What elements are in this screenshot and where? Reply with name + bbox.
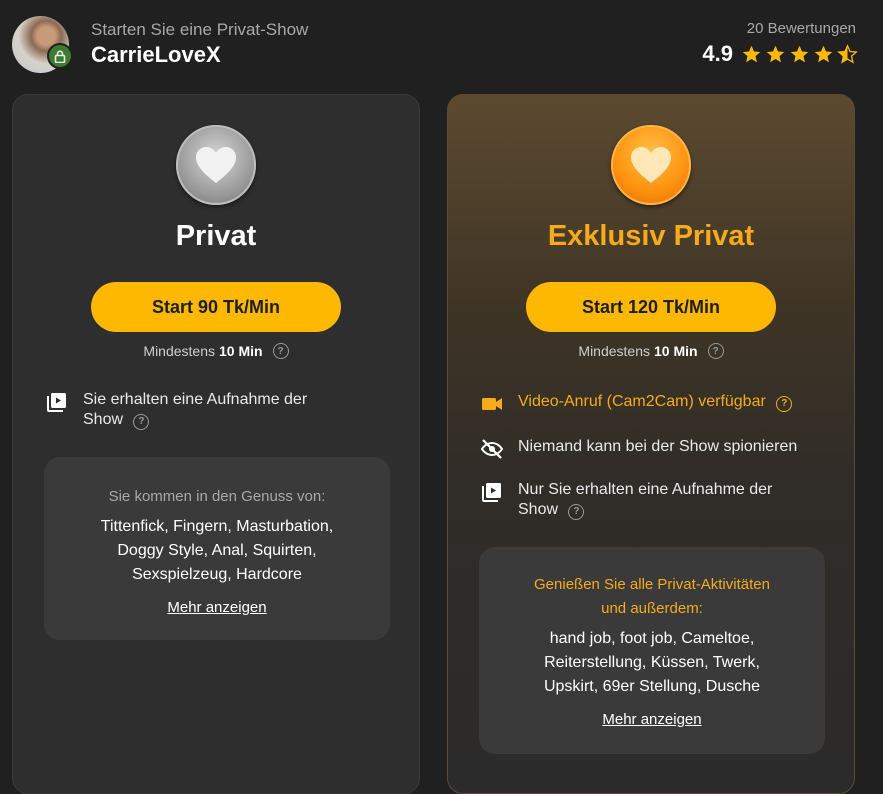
- minimum-duration: Mindestens 10 Min ?: [13, 343, 419, 359]
- star-icon: [790, 45, 809, 62]
- activities-line: hand job, foot job, Cameltoe,: [549, 630, 755, 647]
- video-library-icon: [47, 393, 66, 412]
- help-icon[interactable]: ?: [272, 343, 289, 359]
- show-more-link[interactable]: Mehr anzeigen: [602, 711, 701, 728]
- minimum-label: Mindestens: [578, 343, 650, 359]
- performer-avatar[interactable]: [12, 16, 73, 73]
- activities-line: Upskirt, 69er Stellung, Dusche: [543, 678, 761, 695]
- eye-off-icon: [480, 439, 504, 459]
- activities-line: Reiterstellung, Küssen, Twerk,: [544, 654, 760, 671]
- heart-icon: [611, 125, 691, 205]
- feature-recording: Nur Sie erhalten eine Aufnahme der Show …: [480, 480, 820, 520]
- feature-recording-text-2: Show: [83, 411, 124, 428]
- feature-cam2cam: Video-Anruf (Cam2Cam) verfügbar ?: [480, 392, 820, 416]
- review-count[interactable]: 20 Bewertungen: [747, 20, 856, 37]
- activities-line: Sexspielzeug, Hardcore: [132, 566, 302, 583]
- included-activities-list: hand job, foot job, Cameltoe, Reiterstel…: [479, 627, 825, 699]
- heart-icon: [176, 125, 256, 205]
- private-show-card: Privat Start 90 Tk/Min Mindestens 10 Min…: [12, 94, 420, 794]
- rating: 4.9: [702, 41, 858, 67]
- help-icon[interactable]: ?: [568, 504, 585, 520]
- rating-value: 4.9: [702, 41, 733, 66]
- video-camera-icon: [482, 398, 502, 410]
- minimum-value: 10 Min: [219, 343, 263, 359]
- help-icon[interactable]: ?: [776, 396, 793, 412]
- star-icon: [742, 45, 761, 62]
- feature-no-spying: Niemand kann bei der Show spionieren: [480, 437, 820, 461]
- included-activities-heading: Sie kommen in den Genuss von:: [108, 488, 326, 505]
- feature-recording-text-2: Show: [518, 501, 559, 518]
- minimum-duration: Mindestens 10 Min ?: [448, 343, 854, 359]
- star-icon: [814, 45, 833, 62]
- performer-name: CarrieLoveX: [91, 42, 221, 67]
- star-icon: [766, 45, 785, 62]
- activities-heading-line: und außerdem:: [601, 600, 703, 617]
- minimum-label: Mindestens: [143, 343, 215, 359]
- feature-recording-text: Nur Sie erhalten eine Aufnahme der: [518, 481, 773, 498]
- included-activities-box: Sie kommen in den Genuss von: Tittenfick…: [44, 457, 390, 640]
- minimum-value: 10 Min: [654, 343, 698, 359]
- exclusive-title: Exklusiv Privat: [547, 220, 755, 252]
- header-subtitle: Starten Sie eine Privat-Show: [91, 20, 309, 39]
- feature-cam2cam-text: Video-Anruf (Cam2Cam) verfügbar: [518, 393, 766, 410]
- video-library-icon: [482, 483, 501, 502]
- star-rating: [741, 43, 858, 65]
- included-activities-box: Genießen Sie alle Privat-Aktivitäten und…: [479, 547, 825, 754]
- feature-recording: Sie erhalten eine Aufnahme der Show ?: [45, 390, 385, 430]
- private-title: Privat: [175, 220, 257, 252]
- show-more-link[interactable]: Mehr anzeigen: [167, 599, 266, 616]
- star-half-icon: [837, 43, 858, 64]
- included-activities-heading: Genießen Sie alle Privat-Aktivitäten und…: [479, 573, 825, 621]
- feature-recording-text: Sie erhalten eine Aufnahme der: [83, 391, 308, 408]
- start-private-button[interactable]: Start 90 Tk/Min: [91, 282, 341, 332]
- activities-heading-line: Genießen Sie alle Privat-Aktivitäten: [534, 576, 770, 593]
- included-activities-list: Tittenfick, Fingern, Masturbation, Doggy…: [44, 515, 390, 587]
- activities-line: Tittenfick, Fingern, Masturbation,: [100, 518, 334, 535]
- help-icon[interactable]: ?: [133, 414, 150, 430]
- lock-icon: [47, 43, 73, 69]
- activities-line: Doggy Style, Anal, Squirten,: [117, 542, 317, 559]
- exclusive-show-card: Exklusiv Privat Start 120 Tk/Min Mindest…: [447, 94, 855, 794]
- feature-no-spying-text: Niemand kann bei der Show spionieren: [518, 438, 798, 455]
- start-exclusive-button[interactable]: Start 120 Tk/Min: [526, 282, 776, 332]
- help-icon[interactable]: ?: [707, 343, 724, 359]
